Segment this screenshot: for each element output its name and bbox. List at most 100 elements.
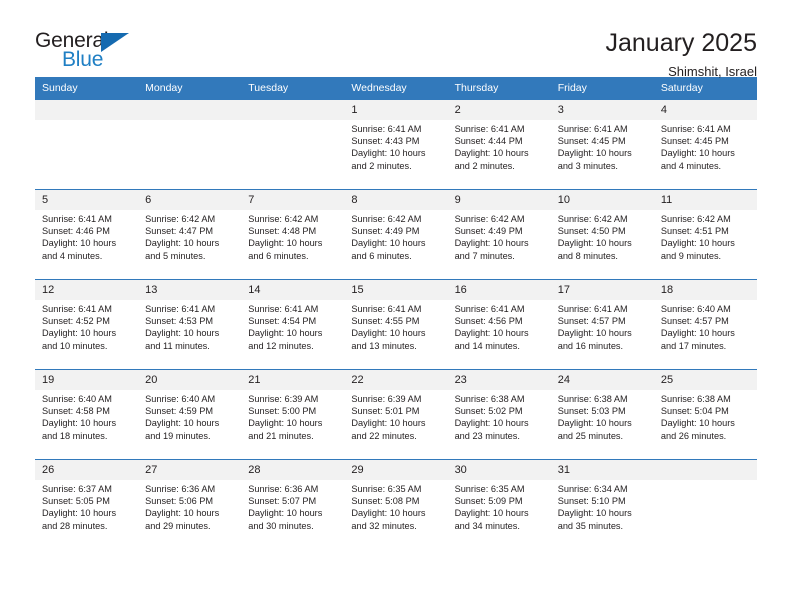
- day-info: Sunrise: 6:39 AM Sunset: 5:00 PM Daylight:…: [241, 390, 344, 442]
- weekday-header-sunday: Sunday: [35, 77, 139, 100]
- calendar-day-cell[interactable]: 8 Sunrise: 6:42 AM Sunset: 4:49 PM Daylight…: [344, 189, 448, 280]
- calendar-day-cell[interactable]: 11 Sunrise: 6:42 AM Sunset: 4:51 PM Dayligh…: [653, 189, 757, 280]
- calendar-empty-cell: [241, 100, 345, 190]
- day-number: 18: [653, 280, 757, 300]
- day-info: Sunrise: 6:38 AM Sunset: 5:04 PM Daylight:…: [654, 390, 757, 442]
- day-info: Sunrise: 6:41 AM Sunset: 4:56 PM Daylight:…: [448, 300, 551, 352]
- calendar-day-cell[interactable]: 6 Sunrise: 6:42 AM Sunset: 4:47 PM Daylight…: [138, 189, 242, 280]
- calendar-empty-cell: [138, 100, 242, 190]
- sunrise-text: Sunrise: 6:41 AM: [454, 124, 525, 134]
- day-number: 3: [550, 100, 654, 120]
- sunrise-text: Sunrise: 6:41 AM: [454, 304, 525, 314]
- calendar-day-cell[interactable]: 20 Sunrise: 6:40 AM Sunset: 4:59 PM Dayligh…: [138, 369, 242, 460]
- daylight-text: Daylight: 10 hours and 17 minutes.: [660, 328, 735, 351]
- sunset-text: Sunset: 5:07 PM: [248, 496, 317, 507]
- day-number: 19: [35, 370, 139, 390]
- day-number: [241, 100, 345, 120]
- sunset-text: Sunset: 5:02 PM: [454, 406, 523, 417]
- sunset-text: Sunset: 4:51 PM: [660, 226, 729, 237]
- day-info: Sunrise: 6:41 AM Sunset: 4:53 PM Daylight:…: [138, 300, 241, 352]
- page-title: January 2025: [605, 29, 757, 57]
- day-info: Sunrise: 6:42 AM Sunset: 4:47 PM Daylight:…: [138, 210, 241, 262]
- calendar-day-cell[interactable]: 29 Sunrise: 6:35 AM Sunset: 5:08 PM Dayligh…: [344, 459, 448, 549]
- calendar-day-cell[interactable]: 15 Sunrise: 6:41 AM Sunset: 4:55 PM Dayligh…: [344, 279, 448, 370]
- calendar-day-cell[interactable]: 3 Sunrise: 6:41 AM Sunset: 4:45 PM Daylight…: [550, 100, 654, 190]
- calendar-day-cell[interactable]: 16 Sunrise: 6:41 AM Sunset: 4:56 PM Dayligh…: [447, 279, 551, 370]
- day-number: 15: [344, 280, 448, 300]
- calendar-day-cell[interactable]: 12 Sunrise: 6:41 AM Sunset: 4:52 PM Dayligh…: [35, 279, 139, 370]
- day-number: 26: [35, 460, 139, 480]
- calendar-day-cell[interactable]: 27 Sunrise: 6:36 AM Sunset: 5:06 PM Dayligh…: [138, 459, 242, 549]
- calendar-day-cell[interactable]: 24 Sunrise: 6:38 AM Sunset: 5:03 PM Dayligh…: [550, 369, 654, 460]
- calendar-day-cell[interactable]: 2 Sunrise: 6:41 AM Sunset: 4:44 PM Daylight…: [447, 100, 551, 190]
- day-number: 8: [344, 190, 448, 210]
- calendar-day-cell[interactable]: 9 Sunrise: 6:42 AM Sunset: 4:49 PM Daylight…: [447, 189, 551, 280]
- day-number: 29: [344, 460, 448, 480]
- calendar-day-cell[interactable]: 14 Sunrise: 6:41 AM Sunset: 4:54 PM Dayligh…: [241, 279, 345, 370]
- calendar-day-cell[interactable]: 13 Sunrise: 6:41 AM Sunset: 4:53 PM Dayligh…: [138, 279, 242, 370]
- day-info: Sunrise: 6:40 AM Sunset: 4:59 PM Daylight:…: [138, 390, 241, 442]
- calendar-day-cell[interactable]: 31 Sunrise: 6:34 AM Sunset: 5:10 PM Dayligh…: [550, 459, 654, 549]
- sunrise-text: Sunrise: 6:41 AM: [145, 304, 216, 314]
- sunrise-sunset-calendar: Sunday Monday Tuesday Wednesday Thursday…: [35, 77, 757, 549]
- daylight-text: Daylight: 10 hours and 32 minutes.: [351, 508, 426, 531]
- weekday-header-thursday: Thursday: [447, 77, 551, 100]
- sunrise-text: Sunrise: 6:36 AM: [248, 484, 319, 494]
- calendar-page: General Blue January 2025 Shimshit, Isra…: [0, 0, 792, 612]
- sunrise-text: Sunrise: 6:42 AM: [351, 214, 422, 224]
- daylight-text: Daylight: 10 hours and 7 minutes.: [454, 238, 529, 261]
- calendar-day-cell[interactable]: 25 Sunrise: 6:38 AM Sunset: 5:04 PM Dayligh…: [653, 369, 757, 460]
- day-info: Sunrise: 6:34 AM Sunset: 5:10 PM Daylight:…: [551, 480, 654, 532]
- calendar-week-row: 26 Sunrise: 6:37 AM Sunset: 5:05 PM Dayligh…: [35, 459, 757, 549]
- title-block: January 2025 Shimshit, Israel: [605, 28, 757, 82]
- calendar-day-cell[interactable]: 7 Sunrise: 6:42 AM Sunset: 4:48 PM Daylight…: [241, 189, 345, 280]
- sunrise-text: Sunrise: 6:40 AM: [145, 394, 216, 404]
- calendar-empty-cell: [35, 100, 139, 190]
- day-number: 11: [653, 190, 757, 210]
- daylight-text: Daylight: 10 hours and 12 minutes.: [248, 328, 323, 351]
- daylight-text: Daylight: 10 hours and 23 minutes.: [454, 418, 529, 441]
- sunset-text: Sunset: 5:03 PM: [557, 406, 626, 417]
- calendar-day-cell[interactable]: 10 Sunrise: 6:42 AM Sunset: 4:50 PM Dayligh…: [550, 189, 654, 280]
- calendar-day-cell[interactable]: 30 Sunrise: 6:35 AM Sunset: 5:09 PM Dayligh…: [447, 459, 551, 549]
- daylight-text: Daylight: 10 hours and 28 minutes.: [42, 508, 117, 531]
- calendar-day-cell[interactable]: 28 Sunrise: 6:36 AM Sunset: 5:07 PM Dayligh…: [241, 459, 345, 549]
- day-info: Sunrise: 6:42 AM Sunset: 4:49 PM Daylight:…: [448, 210, 551, 262]
- sunrise-text: Sunrise: 6:34 AM: [557, 484, 628, 494]
- sunrise-text: Sunrise: 6:41 AM: [351, 124, 422, 134]
- sunset-text: Sunset: 5:09 PM: [454, 496, 523, 507]
- daylight-text: Daylight: 10 hours and 21 minutes.: [248, 418, 323, 441]
- sunset-text: Sunset: 4:46 PM: [42, 226, 110, 237]
- calendar-day-cell[interactable]: 4 Sunrise: 6:41 AM Sunset: 4:45 PM Daylight…: [653, 100, 757, 190]
- day-number: 4: [653, 100, 757, 120]
- day-number: 22: [344, 370, 448, 390]
- day-number: [653, 460, 757, 480]
- day-number: 6: [138, 190, 242, 210]
- sunset-text: Sunset: 4:58 PM: [42, 406, 110, 417]
- calendar-day-cell[interactable]: 18 Sunrise: 6:40 AM Sunset: 4:57 PM Dayligh…: [653, 279, 757, 370]
- day-number: 23: [447, 370, 551, 390]
- daylight-text: Daylight: 10 hours and 19 minutes.: [145, 418, 220, 441]
- sunset-text: Sunset: 5:08 PM: [351, 496, 420, 507]
- calendar-day-cell[interactable]: 5 Sunrise: 6:41 AM Sunset: 4:46 PM Daylight…: [35, 189, 139, 280]
- sunset-text: Sunset: 4:49 PM: [454, 226, 523, 237]
- daylight-text: Daylight: 10 hours and 6 minutes.: [248, 238, 323, 261]
- day-info: Sunrise: 6:41 AM Sunset: 4:55 PM Daylight:…: [344, 300, 447, 352]
- calendar-day-cell[interactable]: 21 Sunrise: 6:39 AM Sunset: 5:00 PM Dayligh…: [241, 369, 345, 460]
- sunset-text: Sunset: 4:48 PM: [248, 226, 317, 237]
- calendar-day-cell[interactable]: 23 Sunrise: 6:38 AM Sunset: 5:02 PM Dayligh…: [447, 369, 551, 460]
- sunrise-text: Sunrise: 6:41 AM: [42, 304, 112, 314]
- calendar-day-cell[interactable]: 17 Sunrise: 6:41 AM Sunset: 4:57 PM Dayligh…: [550, 279, 654, 370]
- calendar-day-cell[interactable]: 22 Sunrise: 6:39 AM Sunset: 5:01 PM Dayligh…: [344, 369, 448, 460]
- sunrise-text: Sunrise: 6:36 AM: [145, 484, 216, 494]
- calendar-day-cell[interactable]: 1 Sunrise: 6:41 AM Sunset: 4:43 PM Daylight…: [344, 100, 448, 190]
- calendar-week-row: 12 Sunrise: 6:41 AM Sunset: 4:52 PM Dayligh…: [35, 279, 757, 370]
- sunrise-text: Sunrise: 6:41 AM: [557, 124, 628, 134]
- calendar-day-cell[interactable]: 26 Sunrise: 6:37 AM Sunset: 5:05 PM Dayligh…: [35, 459, 139, 549]
- day-number: 20: [138, 370, 242, 390]
- day-number: 21: [241, 370, 345, 390]
- sunset-text: Sunset: 4:53 PM: [145, 316, 214, 327]
- day-info: Sunrise: 6:41 AM Sunset: 4:46 PM Daylight:…: [35, 210, 138, 262]
- sunrise-text: Sunrise: 6:40 AM: [660, 304, 731, 314]
- calendar-day-cell[interactable]: 19 Sunrise: 6:40 AM Sunset: 4:58 PM Dayligh…: [35, 369, 139, 460]
